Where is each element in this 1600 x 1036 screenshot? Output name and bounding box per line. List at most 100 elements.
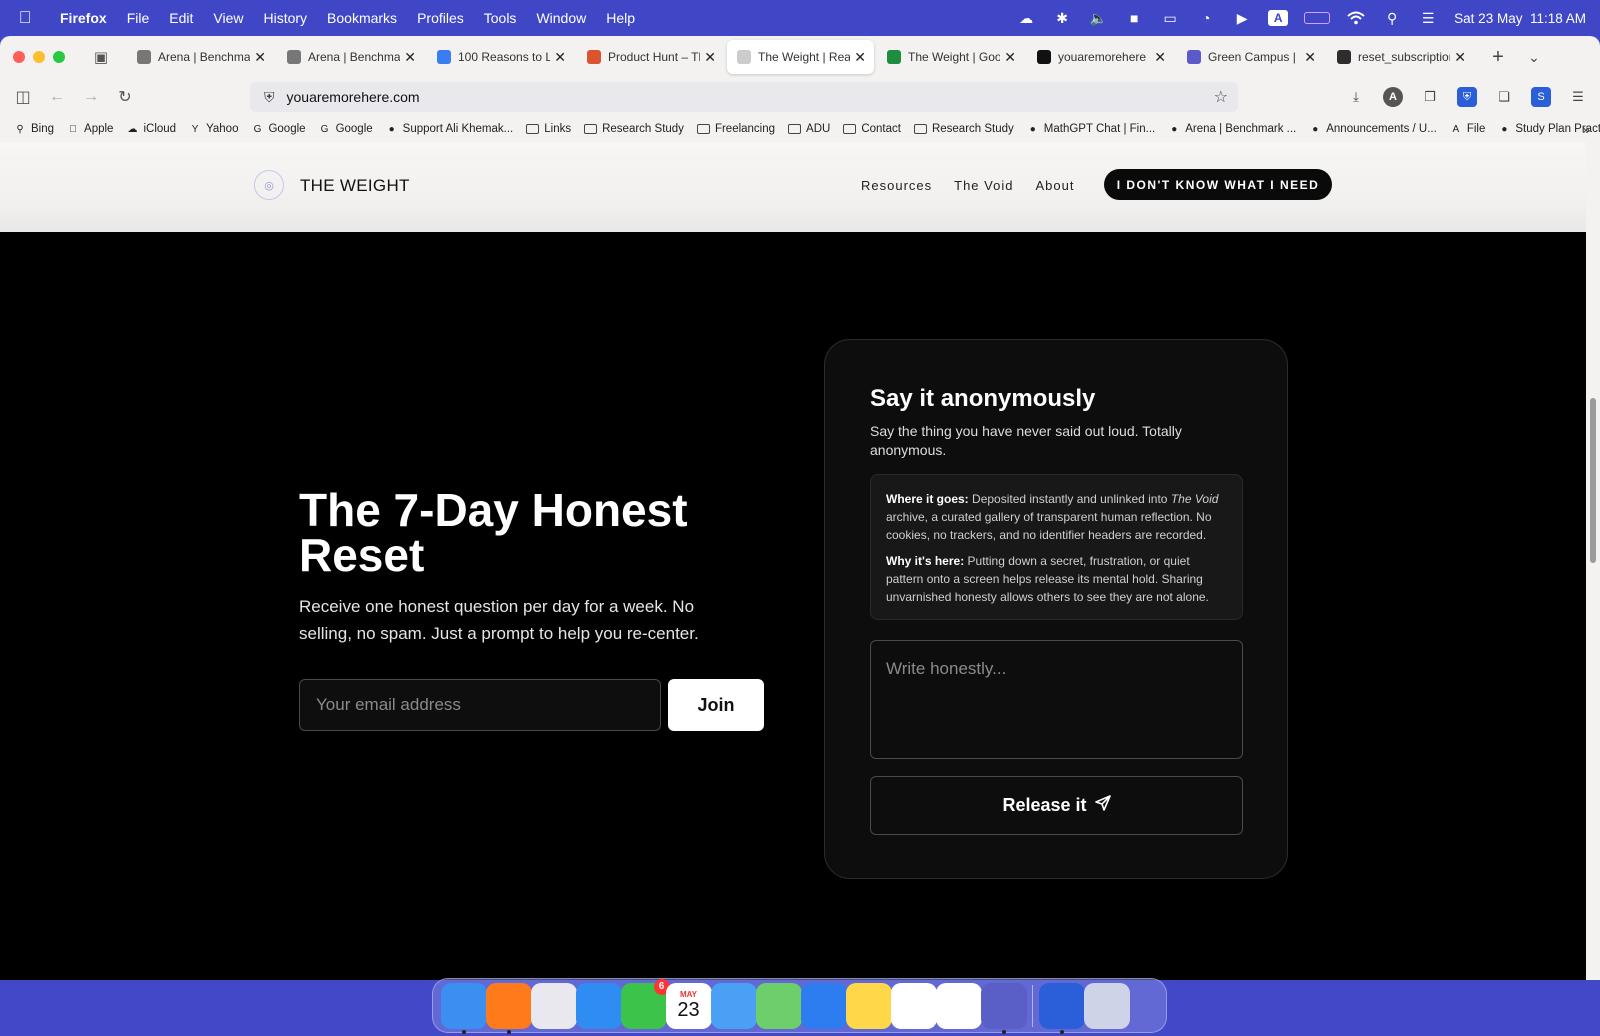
bookmark-item[interactable]: ● Arena | Benchmark ...: [1168, 123, 1296, 135]
email-input[interactable]: [299, 679, 661, 731]
url-bar[interactable]: ⛨ youaremorehere.com ☆: [250, 82, 1238, 112]
menu-tools[interactable]: Tools: [474, 10, 527, 26]
app-menu-icon[interactable]: ☰: [1568, 87, 1588, 107]
bookmark-folder[interactable]: Research Study: [913, 123, 1014, 135]
focus-icon[interactable]: ◔: [1196, 10, 1216, 26]
list-all-tabs-icon[interactable]: ⌄: [1520, 49, 1548, 66]
menu-view[interactable]: View: [203, 10, 253, 26]
control-center-icon[interactable]: ☰: [1418, 10, 1438, 26]
tab-close-icon[interactable]: ✕: [1004, 49, 1016, 66]
bookmark-folder[interactable]: ADU: [788, 123, 830, 135]
bookmark-item[interactable]: ☁ iCloud: [126, 123, 176, 135]
clock[interactable]: Sat 23 May 11:18 AM: [1454, 11, 1586, 26]
back-button[interactable]: ←: [40, 88, 74, 106]
browser-tab[interactable]: The Weight | Googl✕: [877, 40, 1024, 74]
minimize-window-button[interactable]: [33, 51, 45, 63]
dock-messages-icon[interactable]: 6: [620, 978, 670, 1029]
i-dont-know-button[interactable]: I DON'T KNOW WHAT I NEED: [1104, 169, 1332, 200]
bookmarks-overflow-icon[interactable]: »: [1582, 121, 1590, 137]
dock-freeform-icon[interactable]: [935, 982, 982, 1029]
join-button[interactable]: Join: [668, 679, 764, 731]
release-it-button[interactable]: Release it: [870, 776, 1243, 835]
bookmark-item[interactable]: ⚲ Bing: [14, 123, 54, 135]
browser-tab[interactable]: The Weight | Real R✕: [727, 40, 874, 74]
bookmark-star-icon[interactable]: ☆: [1214, 87, 1228, 107]
input-source-icon[interactable]: A: [1268, 10, 1289, 26]
firefox-view-icon[interactable]: ▣: [87, 48, 115, 66]
bookmark-item[interactable]: Y Yahoo: [189, 123, 239, 135]
menu-window[interactable]: Window: [526, 10, 596, 26]
tab-close-icon[interactable]: ✕: [1304, 49, 1316, 66]
dock-maps-icon[interactable]: [755, 982, 802, 1029]
dock-word-icon[interactable]: [1038, 982, 1085, 1034]
close-window-button[interactable]: [13, 51, 25, 63]
play-icon[interactable]: ▶: [1232, 10, 1252, 26]
browser-tab[interactable]: Product Hunt – The ✕: [577, 40, 724, 74]
bookmark-item[interactable]: ● MathGPT Chat | Fin...: [1027, 123, 1155, 135]
tab-close-icon[interactable]: ✕: [404, 49, 416, 66]
bookmark-folder[interactable]: Research Study: [584, 123, 684, 135]
bookmark-folder[interactable]: Freelancing: [696, 123, 775, 135]
scrollbar-thumb[interactable]: [1590, 398, 1596, 563]
volume-icon[interactable]: 🔈: [1088, 10, 1108, 26]
bookmark-item[interactable]: G Google: [319, 123, 373, 135]
extensions-icon[interactable]: ❒: [1420, 87, 1440, 107]
tab-close-icon[interactable]: ✕: [1454, 49, 1466, 66]
dock-calendar-icon[interactable]: MAY 23: [665, 982, 712, 1029]
extension-blue-icon[interactable]: S: [1531, 87, 1551, 107]
url-text[interactable]: youaremorehere.com: [287, 89, 420, 105]
menu-file[interactable]: File: [117, 10, 160, 26]
wifi-icon[interactable]: [1346, 10, 1366, 26]
creative-cloud-icon[interactable]: ☁: [1016, 10, 1036, 26]
nav-link-the-void[interactable]: The Void: [954, 178, 1013, 193]
menu-bookmarks[interactable]: Bookmarks: [317, 10, 407, 26]
honest-textarea[interactable]: [870, 640, 1243, 759]
bluetooth-icon[interactable]: ✱: [1052, 10, 1072, 26]
browser-tab[interactable]: 100 Reasons to Live✕: [427, 40, 574, 74]
tab-close-icon[interactable]: ✕: [254, 49, 266, 66]
site-logo-icon[interactable]: ◎: [254, 170, 284, 200]
site-brand[interactable]: THE WEIGHT: [300, 176, 410, 196]
browser-tab[interactable]: Arena | Benchmark ✕: [127, 40, 274, 74]
bookmark-item[interactable]:  Apple: [67, 123, 113, 135]
browser-tab[interactable]: Green Campus | Kh ✕: [1177, 40, 1324, 74]
apple-menu-icon[interactable]: : [0, 8, 50, 28]
tab-close-icon[interactable]: ✕: [854, 49, 866, 66]
dock-teams-icon[interactable]: [980, 982, 1027, 1034]
dock-keynote-icon[interactable]: [800, 982, 847, 1029]
bitwarden-icon[interactable]: ⛨: [1457, 87, 1477, 107]
menu-edit[interactable]: Edit: [159, 10, 203, 26]
page-scrollbar[interactable]: [1586, 142, 1600, 980]
dock-reminders-icon[interactable]: [890, 982, 937, 1029]
teams-status-icon[interactable]: ■: [1124, 10, 1144, 26]
browser-tab[interactable]: Arena | Benchmark ✕: [277, 40, 424, 74]
bookmark-item[interactable]: ● Support Ali Khemak...: [386, 123, 514, 135]
tab-close-icon[interactable]: ✕: [1154, 49, 1166, 66]
tab-close-icon[interactable]: ✕: [554, 49, 566, 66]
battery-icon[interactable]: [1304, 12, 1331, 24]
sidebar-toggle-icon[interactable]: ◫: [6, 87, 40, 107]
bookmark-item[interactable]: G Google: [251, 123, 306, 135]
menu-profiles[interactable]: Profiles: [407, 10, 474, 26]
account-icon[interactable]: A: [1383, 87, 1403, 107]
bookmark-item[interactable]: A File: [1450, 123, 1485, 135]
browser-tab[interactable]: reset_subscriptions ✕: [1327, 40, 1474, 74]
menu-help[interactable]: Help: [596, 10, 645, 26]
display-icon[interactable]: ▭: [1160, 10, 1180, 26]
spotlight-search-icon[interactable]: ⚲: [1382, 10, 1402, 26]
bookmark-folder[interactable]: Links: [526, 123, 571, 135]
menu-app-firefox[interactable]: Firefox: [50, 10, 117, 26]
dock-mail-icon[interactable]: [710, 982, 757, 1029]
new-tab-button[interactable]: +: [1484, 46, 1512, 69]
bookmark-folder[interactable]: Contact: [843, 123, 901, 135]
dock-firefox-icon[interactable]: [485, 982, 532, 1034]
dock-launchpad-icon[interactable]: [530, 982, 577, 1029]
dock-trash-icon[interactable]: [1083, 982, 1130, 1029]
tracking-protection-icon[interactable]: ⛨: [264, 89, 275, 106]
tab-groups-icon[interactable]: ❏: [1494, 87, 1514, 107]
tab-close-icon[interactable]: ✕: [704, 49, 716, 66]
bookmark-item[interactable]: ● Announcements / U...: [1309, 123, 1437, 135]
zoom-window-button[interactable]: [53, 51, 65, 63]
browser-tab[interactable]: youaremorehere - C ✕: [1027, 40, 1174, 74]
downloads-icon[interactable]: ⤓: [1346, 87, 1366, 107]
